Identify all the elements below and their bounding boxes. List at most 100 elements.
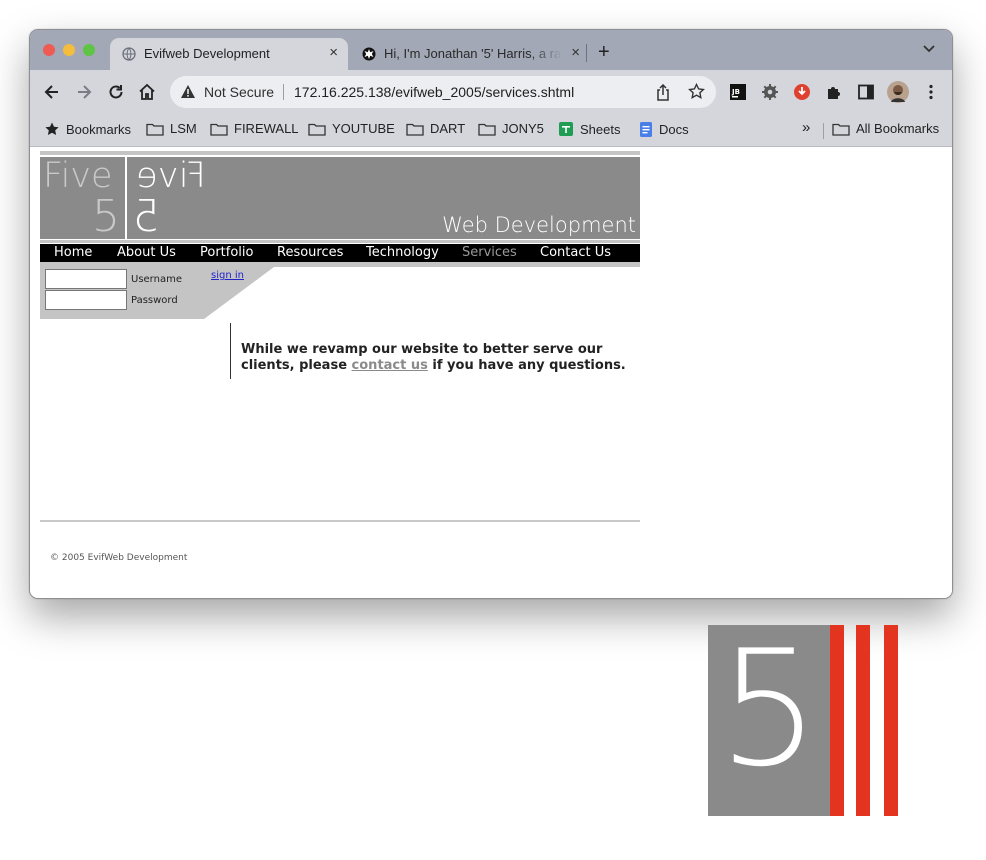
desktop-five-logo: 5 [708,625,898,816]
logo-big-digit: 5 [718,615,820,802]
url-text[interactable]: 172.16.225.138/evifweb_2005/services.sht… [294,84,574,100]
reload-icon[interactable] [106,82,126,102]
nav-services[interactable]: Services [462,245,517,260]
bookmarks-separator [823,123,824,139]
folder-icon [146,123,164,136]
password-input[interactable] [45,290,127,310]
contact-us-link[interactable]: contact us [352,358,428,373]
logo-word: Five [43,156,113,196]
chevron-down-icon[interactable] [922,44,936,54]
site-nav: Home About Us Portfolio Resources Techno… [40,244,640,262]
zoom-window-button[interactable] [83,44,95,56]
bookmark-label: Sheets [580,121,621,137]
content-divider [230,323,231,379]
logo-word-mirrored: Five [136,156,206,196]
starburst-icon [362,47,376,61]
close-tab-icon[interactable]: × [571,45,580,61]
logo-red-bar [830,625,844,816]
jetbrains-extension-icon[interactable]: JB [729,83,747,101]
close-tab-icon[interactable]: × [329,45,338,61]
folder-icon [478,123,496,136]
nav-about-us[interactable]: About Us [117,245,176,260]
revamp-message: While we revamp our website to better se… [241,342,641,374]
minimize-window-button[interactable] [63,44,75,56]
browser-window: Evifweb Development × Hi, I'm Jonathan '… [29,29,953,599]
home-icon[interactable] [137,82,157,102]
side-panel-icon[interactable] [857,83,875,101]
bookmark-label: All Bookmarks [856,121,940,136]
kebab-menu-icon[interactable] [922,83,940,101]
folder-icon [832,123,850,136]
star-icon [45,122,59,135]
tab-strip: Evifweb Development × Hi, I'm Jonathan '… [30,30,952,70]
footer-divider [40,520,640,522]
address-bar[interactable]: Not Secure 172.16.225.138/evifweb_2005/s… [170,76,716,108]
tab-separator [586,44,587,62]
bookmark-sheets[interactable]: Sheets [558,121,620,137]
tab-jonathan[interactable]: Hi, I'm Jonathan '5' Harris, a ra × [350,38,590,70]
folder-icon [308,123,326,136]
new-tab-button[interactable]: + [598,42,610,62]
svg-text:JB: JB [731,88,740,96]
nav-resources[interactable]: Resources [277,245,343,260]
bookmark-jony5[interactable]: JONY5 [478,121,544,136]
security-label[interactable]: Not Secure [204,84,274,100]
site-banner: Five Five 5 5 Web Development [40,156,640,242]
bookmarks-bar: Bookmarks LSM FIREWALL YOUTUBE DART JONY… [30,114,952,147]
header-stripe [40,240,640,243]
folder-icon [210,123,228,136]
bookmark-youtube[interactable]: YOUTUBE [308,121,395,136]
sign-in-link[interactable]: sign in [211,270,244,281]
password-label: Password [131,295,178,306]
bookmark-star-icon[interactable] [688,83,705,100]
folder-icon [406,123,424,136]
share-icon[interactable] [656,84,670,101]
back-arrow-icon[interactable] [42,82,62,102]
tab-title: Hi, I'm Jonathan '5' Harris, a ra [384,46,562,61]
username-label: Username [131,274,182,285]
sheets-icon [559,122,573,136]
close-window-button[interactable] [43,44,55,56]
download-extension-icon[interactable] [793,83,811,101]
bookmark-label: FIREWALL [234,121,299,136]
omnibox-divider [283,84,284,100]
nav-contact-us[interactable]: Contact Us [540,245,611,260]
logo-red-bar [856,625,870,816]
forward-arrow-icon[interactable] [74,82,94,102]
bookmark-label: Bookmarks [66,121,132,137]
nav-home[interactable]: Home [54,245,92,260]
puzzle-extensions-icon[interactable] [825,83,843,101]
bookmark-bookmarks[interactable]: Bookmarks [44,121,131,137]
bookmark-label: YOUTUBE [332,121,395,136]
page-viewport: Five Five 5 5 Web Development Home About… [30,147,952,598]
bookmark-label: LSM [170,121,197,136]
bookmark-docs[interactable]: Docs [639,121,689,138]
all-bookmarks-button[interactable]: All Bookmarks [832,121,939,136]
login-panel: Username Password sign in [40,267,274,319]
globe-icon [122,47,136,61]
tab-evifweb[interactable]: Evifweb Development × [110,38,348,70]
nav-portfolio[interactable]: Portfolio [200,245,253,260]
header-top-stripe [40,151,640,155]
gear-extension-icon[interactable] [761,83,779,101]
logo-digit-mirrored: 5 [132,191,160,242]
profile-avatar[interactable] [887,81,909,103]
bookmarks-overflow-button[interactable]: » [802,119,810,136]
copyright-text: © 2005 EvifWeb Development [50,553,188,563]
bookmark-dart[interactable]: DART [406,121,465,136]
logo-divider [125,157,127,239]
bookmark-label: Docs [659,122,689,137]
site-tagline: Web Development [442,213,636,237]
warning-icon[interactable] [180,84,196,99]
logo-red-bar [884,625,898,816]
nav-technology[interactable]: Technology [366,245,439,260]
bookmark-label: JONY5 [502,121,544,136]
tab-title: Evifweb Development [144,46,270,61]
message-text-end: if you have any questions. [427,358,626,373]
username-input[interactable] [45,269,127,289]
bookmark-firewall[interactable]: FIREWALL [210,121,299,136]
bookmark-lsm[interactable]: LSM [146,121,197,136]
browser-toolbar: Not Secure 172.16.225.138/evifweb_2005/s… [30,70,952,114]
logo-digit: 5 [92,191,120,242]
docs-icon [640,122,652,137]
